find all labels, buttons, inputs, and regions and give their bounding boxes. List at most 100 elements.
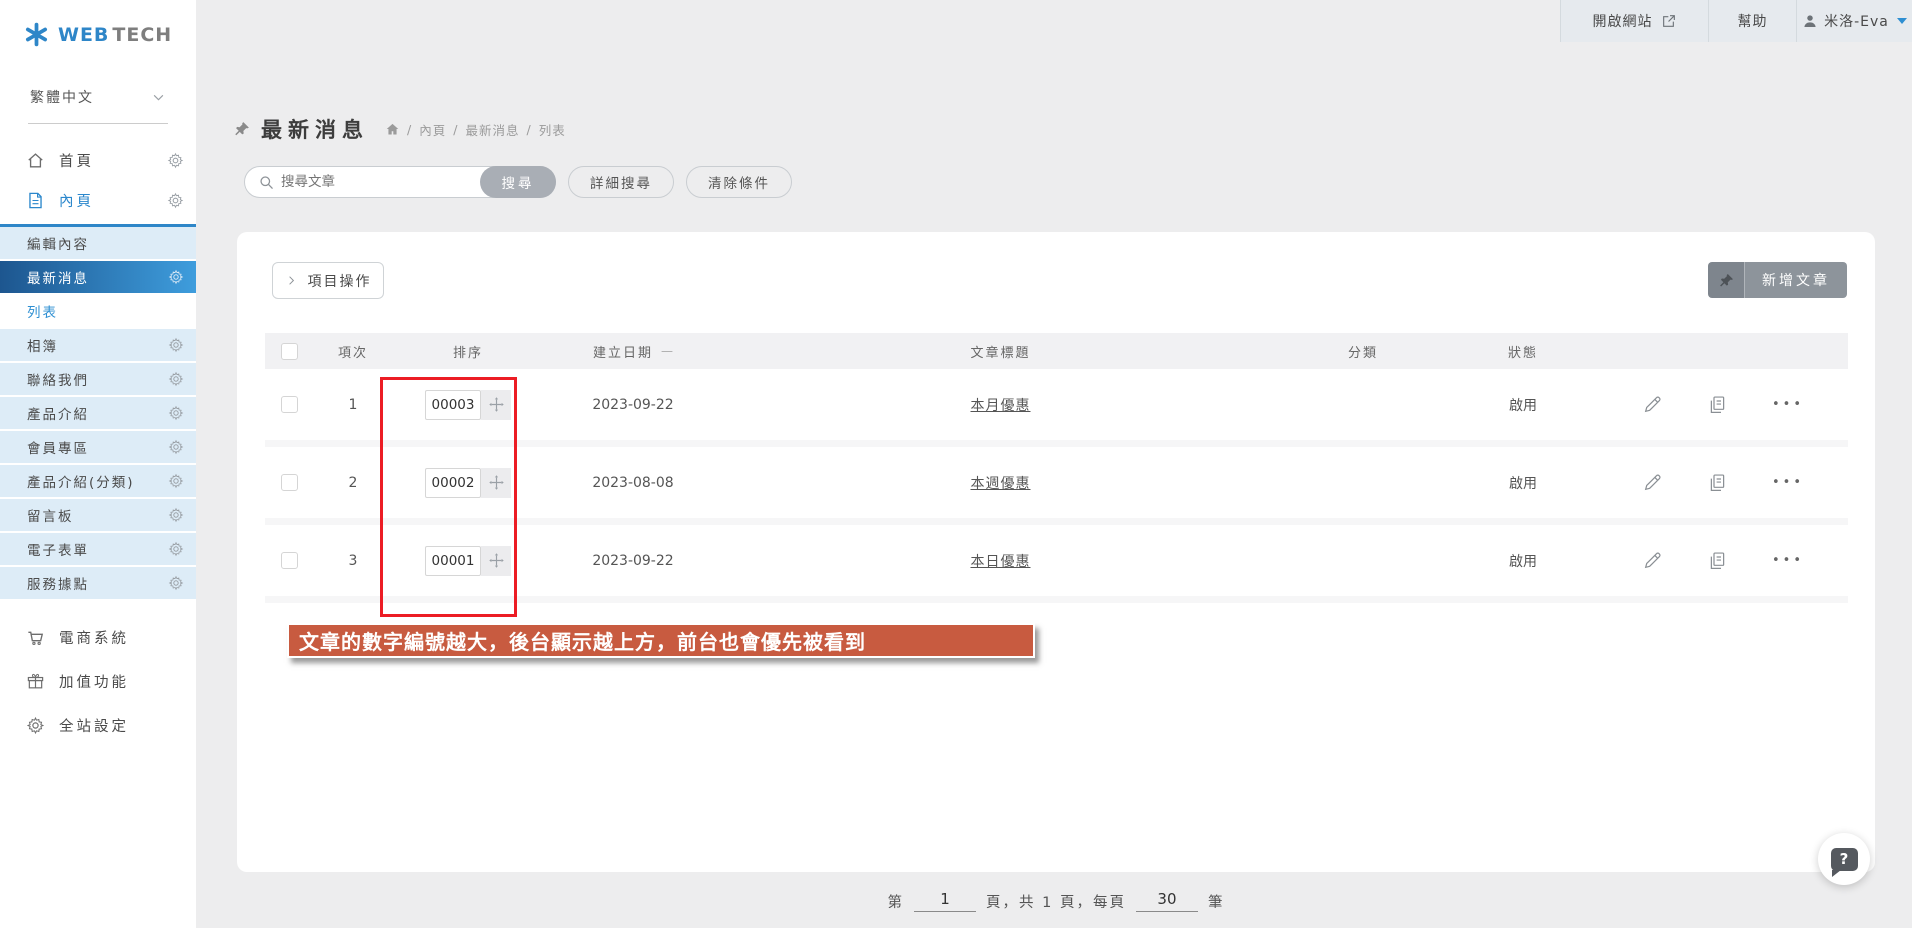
- page-title: 最新消息: [261, 114, 369, 144]
- clear-filters-button[interactable]: 清除條件: [686, 166, 792, 198]
- sidebar-item-label: 列表: [27, 301, 58, 321]
- row-checkbox[interactable]: [281, 552, 298, 569]
- search-icon: [258, 174, 275, 191]
- copy-icon[interactable]: [1707, 472, 1728, 493]
- sidebar-item-inner-pages[interactable]: 內頁: [0, 180, 196, 220]
- sort-order-input[interactable]: [425, 390, 481, 420]
- gear-icon[interactable]: [168, 575, 184, 591]
- advanced-search-button[interactable]: 詳細搜尋: [568, 166, 674, 198]
- language-value: 繁體中文: [30, 87, 94, 107]
- gear-icon[interactable]: [167, 192, 184, 209]
- help-menu-button[interactable]: 幫助: [1708, 0, 1796, 42]
- breadcrumb: / 內頁 / 最新消息 / 列表: [385, 120, 566, 139]
- sidebar-item-products[interactable]: 產品介紹: [0, 397, 196, 431]
- sidebar-item-service-locations[interactable]: 服務據點: [0, 567, 196, 601]
- edit-pencil-icon[interactable]: [1642, 550, 1663, 571]
- sidebar-item-label: 產品介紹: [27, 403, 89, 423]
- more-actions-icon[interactable]: •••: [1772, 397, 1804, 412]
- page-number-input[interactable]: [914, 890, 976, 912]
- row-checkbox[interactable]: [281, 474, 298, 491]
- drag-move-icon[interactable]: [481, 390, 511, 420]
- user-caret-icon: [1897, 18, 1907, 24]
- drag-move-icon[interactable]: [481, 468, 511, 498]
- search-input[interactable]: [281, 168, 477, 196]
- gear-icon[interactable]: [168, 439, 184, 455]
- article-title-link[interactable]: 本週優惠: [971, 473, 1031, 493]
- sidebar-item-products-categorized[interactable]: 產品介紹(分類): [0, 465, 196, 499]
- row-checkbox[interactable]: [281, 396, 298, 413]
- select-all-checkbox[interactable]: [281, 343, 298, 360]
- add-article-pin[interactable]: [1708, 262, 1745, 298]
- sidebar-item-label: 會員專區: [27, 437, 89, 457]
- gear-icon[interactable]: [167, 152, 184, 169]
- sidebar-item-album[interactable]: 相簿: [0, 329, 196, 363]
- logo-text: WEBTECH: [58, 24, 172, 46]
- help-float-button[interactable]: ?: [1818, 833, 1870, 885]
- pin-icon: [233, 120, 251, 138]
- sidebar-item-label: 電子表單: [27, 539, 89, 559]
- breadcrumb-item[interactable]: 列表: [539, 120, 566, 139]
- sidebar-item-label: 相簿: [27, 335, 58, 355]
- row-status: 啟用: [1448, 395, 1598, 415]
- gear-icon[interactable]: [168, 507, 184, 523]
- sort-indicator: —: [661, 344, 673, 358]
- sidebar-item-addons[interactable]: 加值功能: [0, 659, 196, 703]
- row-date: 2023-08-08: [543, 475, 723, 491]
- open-website-button[interactable]: 開啟網站: [1560, 0, 1708, 42]
- row-index: 2: [313, 475, 393, 491]
- breadcrumb-item[interactable]: 最新消息: [465, 120, 519, 139]
- gear-icon[interactable]: [168, 371, 184, 387]
- pin-icon: [1718, 272, 1735, 289]
- search-button[interactable]: 搜尋: [480, 166, 556, 198]
- more-actions-icon[interactable]: •••: [1772, 553, 1804, 568]
- per-page-input[interactable]: [1136, 890, 1198, 912]
- sidebar-nav: 首頁 內頁 編輯內容 最新消息 列表 相簿 聯絡我們: [0, 140, 196, 747]
- sidebar-item-message-board[interactable]: 留言板: [0, 499, 196, 533]
- sidebar-item-e-forms[interactable]: 電子表單: [0, 533, 196, 567]
- sidebar-item-site-settings[interactable]: 全站設定: [0, 703, 196, 747]
- language-selector[interactable]: 繁體中文: [28, 87, 168, 124]
- sidebar-item-edit-content[interactable]: 編輯內容: [0, 227, 196, 261]
- article-title-link[interactable]: 本日優惠: [971, 551, 1031, 571]
- help-label: 幫助: [1738, 11, 1768, 31]
- edit-pencil-icon[interactable]: [1642, 394, 1663, 415]
- sidebar-item-latest-news[interactable]: 最新消息: [0, 261, 196, 295]
- content-card: 項目操作 新增文章 項次 排序 建立日期 — 文章標題 分類 狀態 1 2023…: [237, 232, 1875, 872]
- sort-order-input[interactable]: [425, 468, 481, 498]
- sidebar-item-list[interactable]: 列表: [0, 295, 196, 329]
- header-date-label: 建立日期: [593, 342, 653, 361]
- user-menu[interactable]: 米洛-Eva: [1796, 0, 1912, 42]
- search-bar: 搜尋 詳細搜尋 清除條件: [244, 166, 792, 198]
- gear-icon[interactable]: [168, 269, 184, 285]
- sidebar-item-ecommerce[interactable]: 電商系統: [0, 615, 196, 659]
- gear-icon[interactable]: [168, 473, 184, 489]
- gear-icon: [26, 716, 45, 735]
- gear-icon[interactable]: [168, 405, 184, 421]
- sidebar-item-home[interactable]: 首頁: [0, 140, 196, 180]
- sidebar-item-member-area[interactable]: 會員專區: [0, 431, 196, 465]
- more-actions-icon[interactable]: •••: [1772, 475, 1804, 490]
- sidebar-item-contact-us[interactable]: 聯絡我們: [0, 363, 196, 397]
- add-article-button[interactable]: 新增文章: [1708, 262, 1847, 298]
- header-date[interactable]: 建立日期 —: [543, 342, 723, 361]
- user-icon: [1802, 13, 1818, 29]
- search-field: 搜尋: [244, 166, 556, 198]
- sidebar-item-label: 聯絡我們: [27, 369, 89, 389]
- breadcrumb-item[interactable]: 內頁: [419, 120, 446, 139]
- drag-move-icon[interactable]: [481, 546, 511, 576]
- article-title-link[interactable]: 本月優惠: [971, 395, 1031, 415]
- copy-icon[interactable]: [1707, 394, 1728, 415]
- sidebar-item-label: 加值功能: [59, 671, 129, 692]
- external-link-icon: [1661, 13, 1677, 29]
- breadcrumb-home-icon[interactable]: [385, 122, 400, 137]
- sort-order-input[interactable]: [425, 546, 481, 576]
- pagination-middle: 頁，共 1 頁，每頁: [986, 891, 1126, 912]
- copy-icon[interactable]: [1707, 550, 1728, 571]
- bulk-actions-button[interactable]: 項目操作: [272, 262, 384, 299]
- sidebar-bottom-nav: 電商系統 加值功能 全站設定: [0, 615, 196, 747]
- edit-pencil-icon[interactable]: [1642, 472, 1663, 493]
- gear-icon[interactable]: [168, 337, 184, 353]
- sidebar-item-label: 產品介紹(分類): [27, 471, 135, 491]
- logo: WEBTECH: [0, 0, 196, 47]
- gear-icon[interactable]: [168, 541, 184, 557]
